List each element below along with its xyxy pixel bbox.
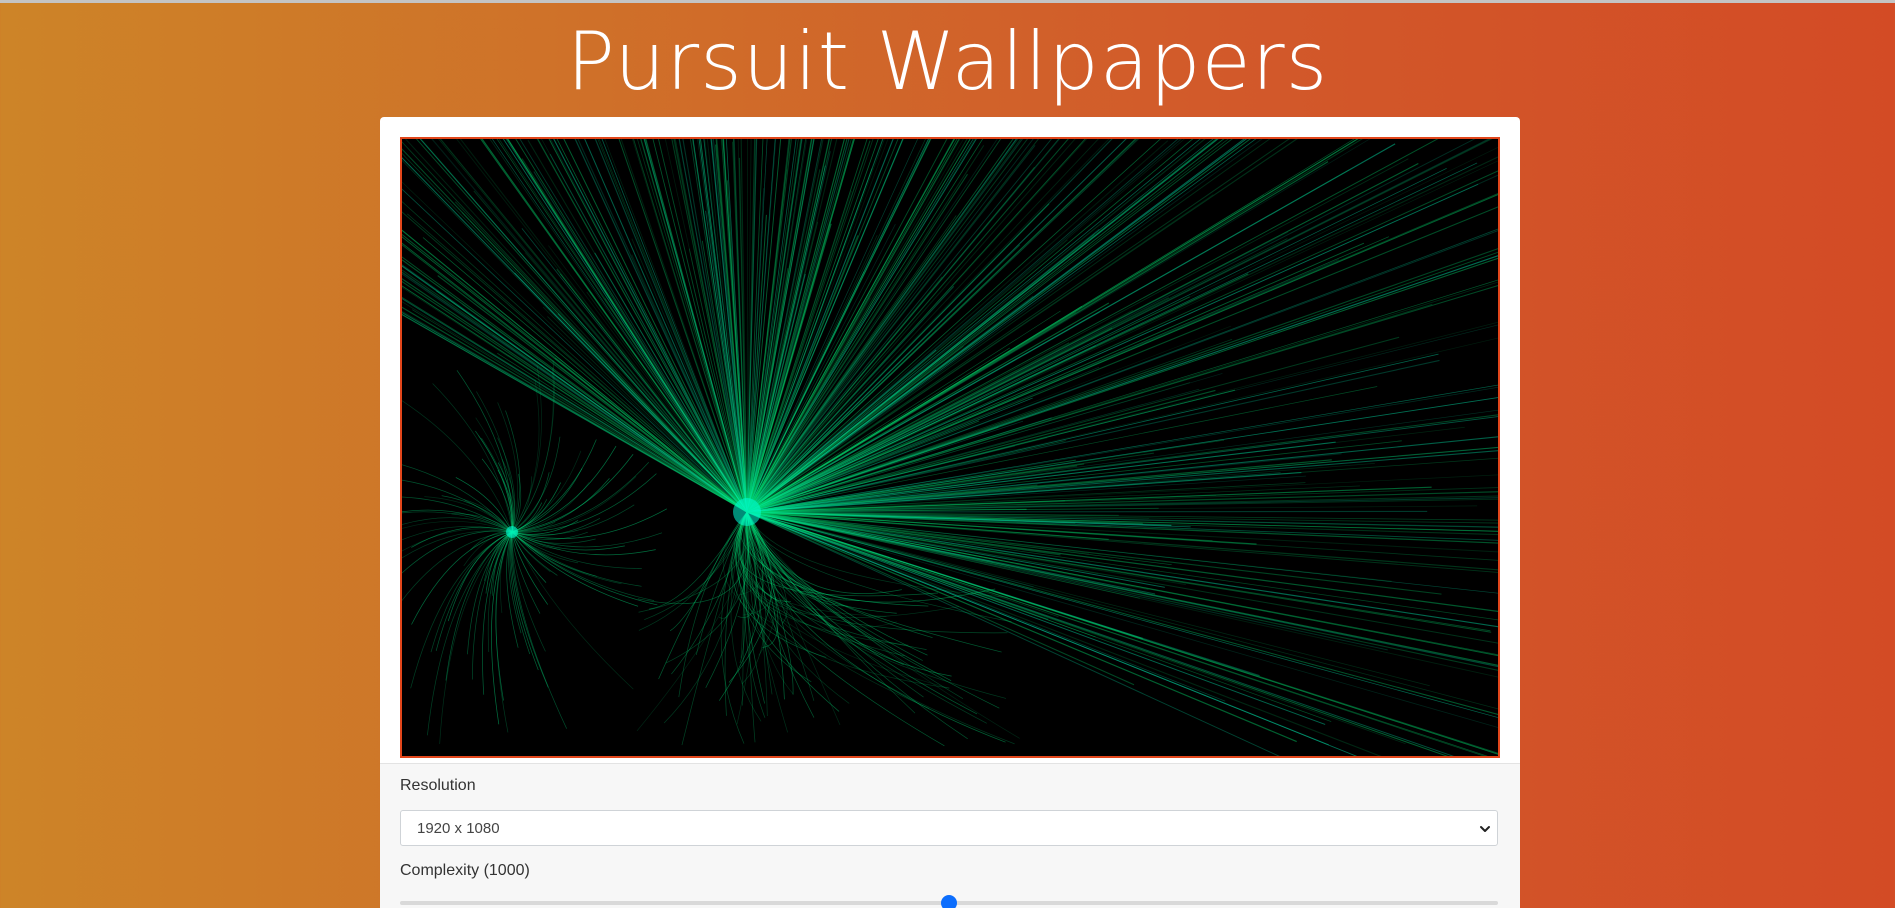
wallpaper-card: Resolution 1920 x 1080 Complexity (1000)	[380, 117, 1520, 908]
resolution-label: Resolution	[400, 777, 476, 794]
complexity-slider-thumb[interactable]	[941, 895, 957, 908]
wallpaper-preview	[400, 137, 1500, 758]
resolution-select[interactable]: 1920 x 1080	[400, 810, 1498, 846]
resolution-selected-value: 1920 x 1080	[417, 820, 500, 837]
settings-panel: Resolution 1920 x 1080 Complexity (1000)	[380, 763, 1520, 908]
complexity-label: Complexity (1000)	[400, 862, 530, 879]
chevron-down-icon	[1480, 826, 1490, 832]
wallpaper-preview-image	[402, 139, 1498, 756]
page-title: Pursuit Wallpapers	[566, 15, 1329, 108]
browser-top-strip	[0, 0, 1895, 3]
